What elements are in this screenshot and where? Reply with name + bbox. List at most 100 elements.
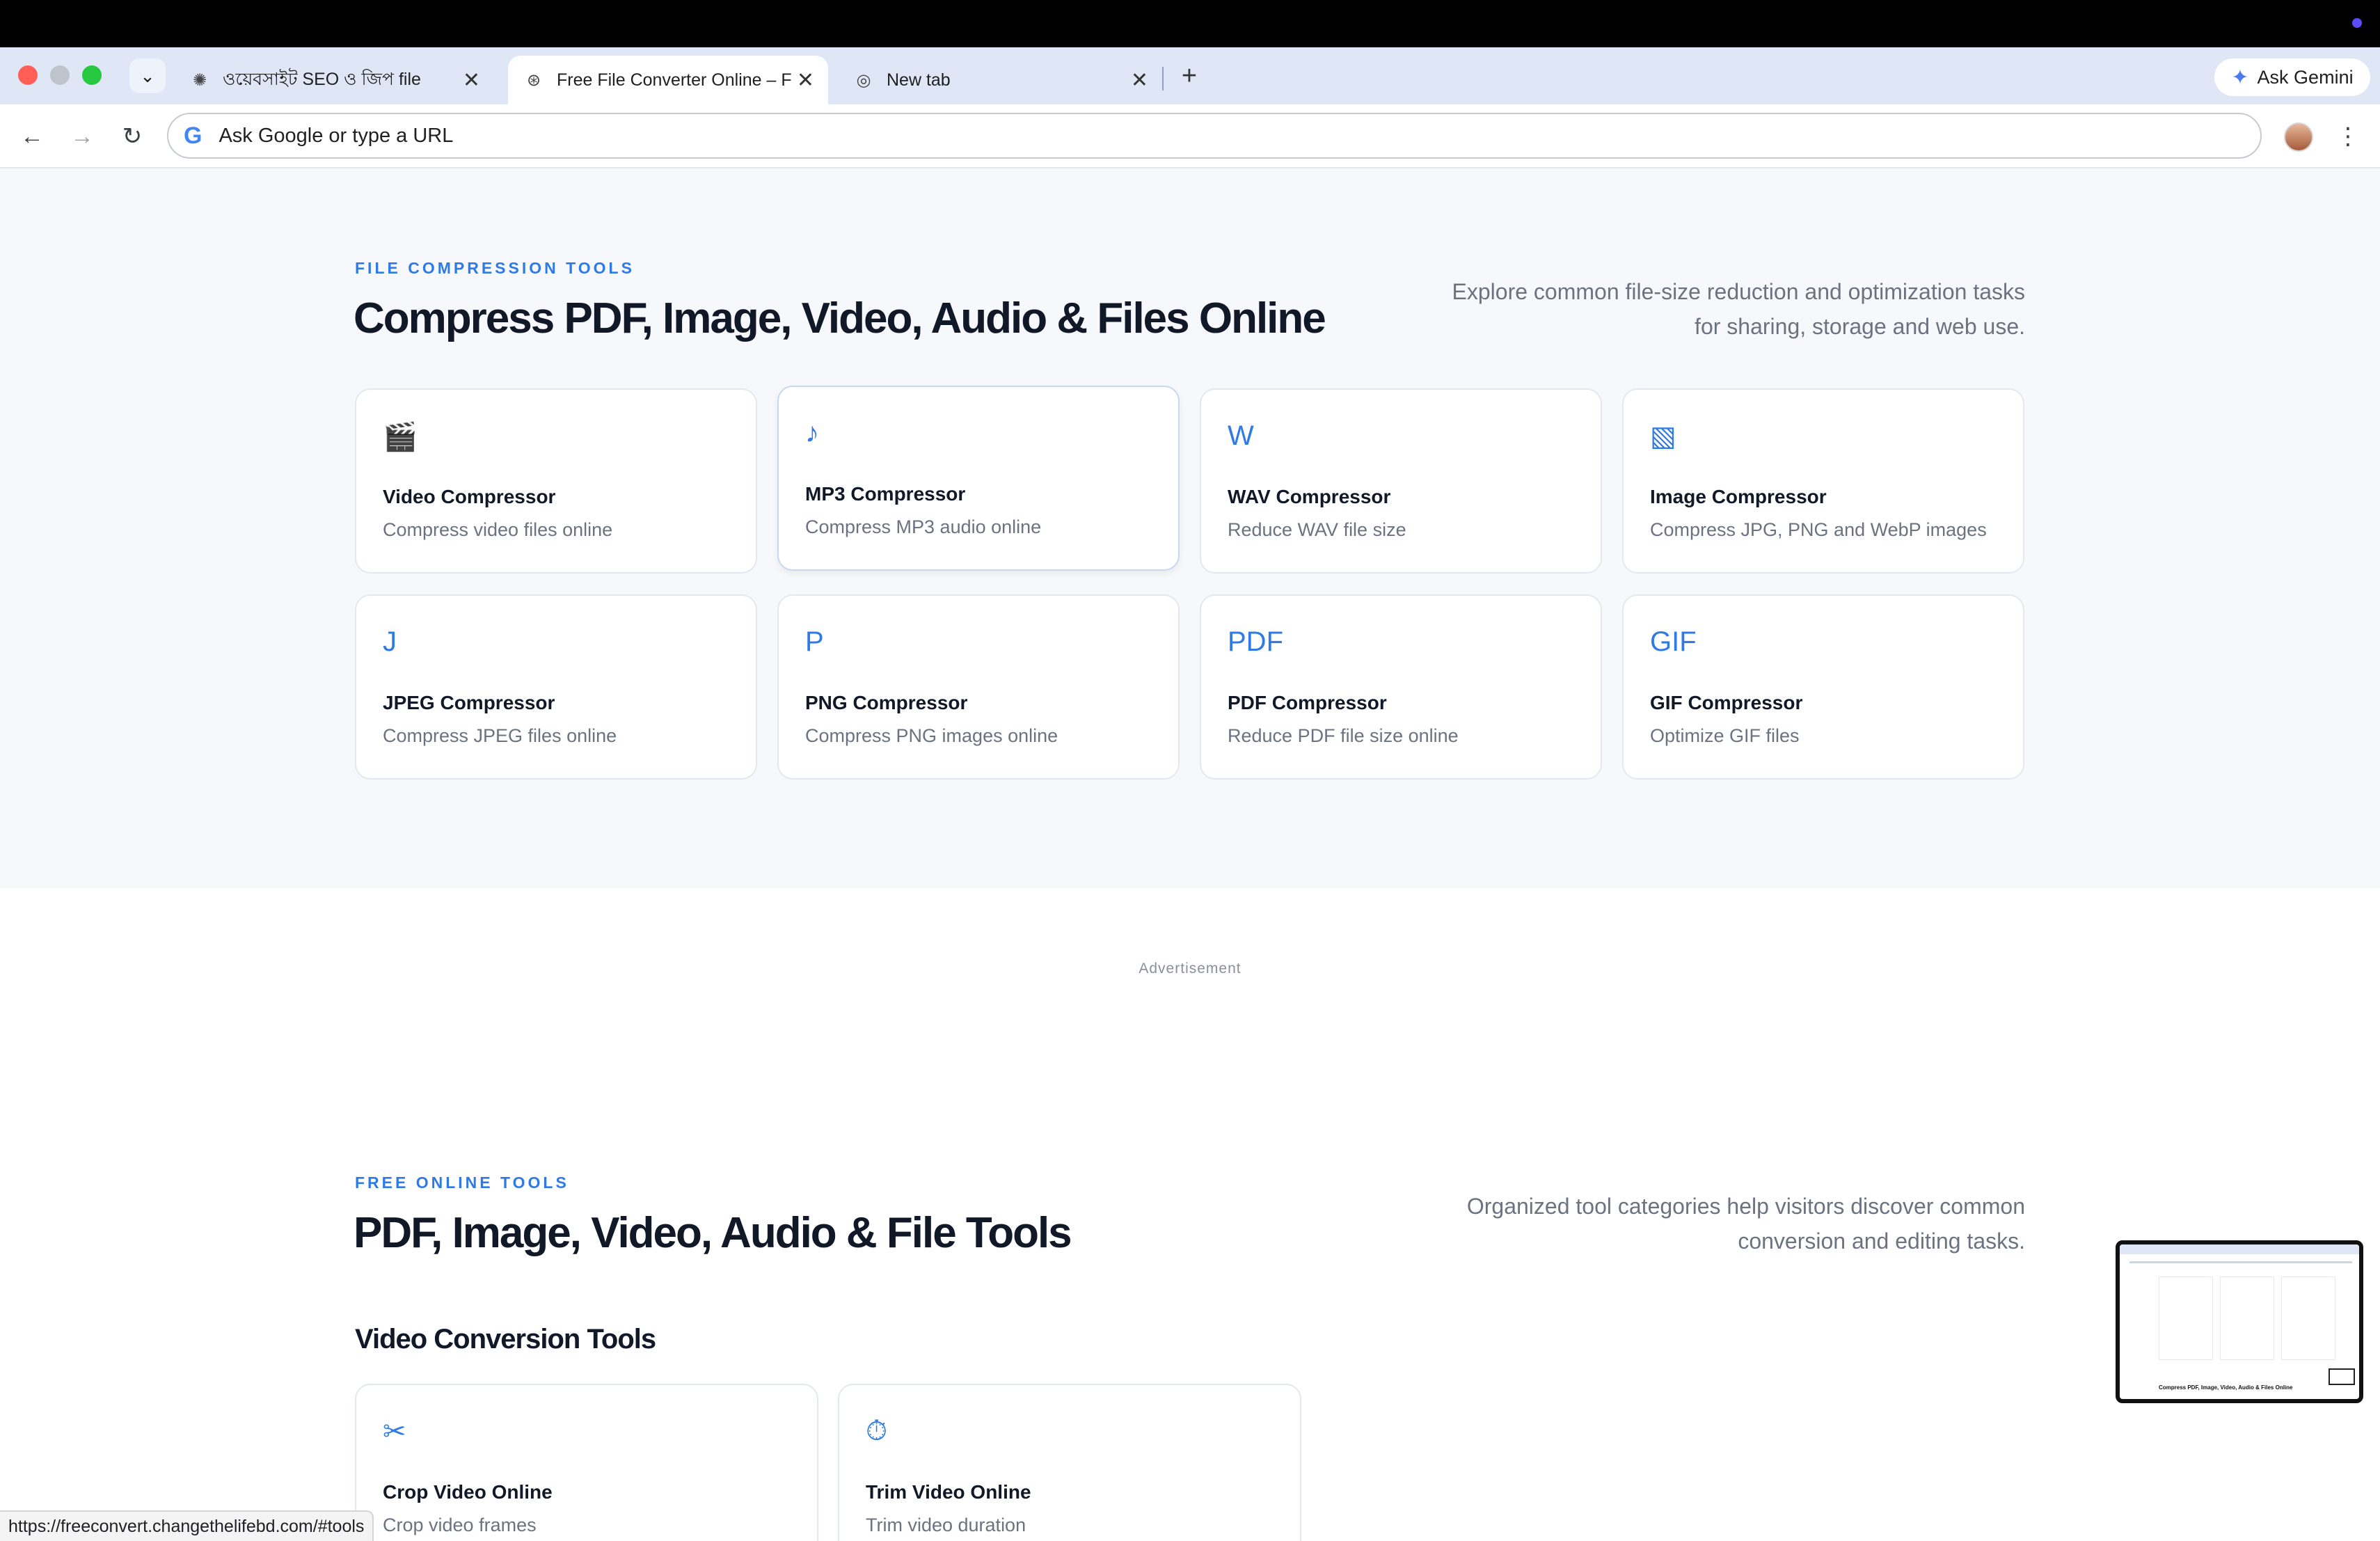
chrome-icon: ◎ (856, 70, 871, 90)
reload-button[interactable]: ↻ (116, 120, 149, 153)
tab-title: New tab (887, 70, 951, 90)
category-heading: Video Conversion Tools (355, 1324, 656, 1354)
tool-card-title: Video Compressor (383, 486, 556, 507)
compression-tools-section: FILE COMPRESSION TOOLS Compress PDF, Ima… (0, 170, 2380, 888)
menu-bar (0, 0, 2380, 47)
tab-title: Free File Converter Online – F (557, 70, 792, 90)
tool-card-png-compressor[interactable]: P PNG Compressor Compress PNG images onl… (777, 594, 1180, 780)
address-bar-placeholder: Ask Google or type a URL (219, 124, 454, 147)
advertisement-label: Advertisement (1139, 961, 1241, 977)
kebab-menu-icon: ⋮ (2336, 123, 2360, 150)
profile-avatar[interactable] (2284, 123, 2313, 152)
jpeg-letter-icon: J (383, 626, 397, 657)
plus-icon: + (1181, 61, 1198, 90)
description-line: Organized tool categories help visitors … (1466, 1194, 2025, 1219)
tool-card-subtitle: Compress MP3 audio online (805, 516, 1042, 537)
more-options-button[interactable]: ⋮ (2336, 120, 2360, 153)
tool-card-subtitle: Compress PNG images online (805, 725, 1058, 746)
tab-divider (1162, 67, 1164, 90)
close-window-button[interactable] (18, 65, 38, 85)
tool-card-subtitle: Crop video frames (383, 1515, 537, 1535)
description-line: conversion and editing tasks. (1738, 1228, 2025, 1254)
preview-column (2220, 1277, 2274, 1360)
tab-search-button[interactable]: ⌄ (129, 58, 166, 93)
tool-card-mp3-compressor[interactable]: ♪ MP3 Compressor Compress MP3 audio onli… (777, 386, 1180, 571)
new-tab-button[interactable]: + (1173, 58, 1205, 93)
tab-strip: ⌄ ✺ ওয়েবসাইট SEO ও জিপ file ✕ ⊛ Free Fi… (0, 47, 2380, 104)
tool-card-title: Crop Video Online (383, 1481, 553, 1503)
description-line: for sharing, storage and web use. (1695, 314, 2025, 339)
section-eyebrow: FILE COMPRESSION TOOLS (355, 259, 635, 277)
close-icon[interactable]: ✕ (797, 68, 814, 93)
minimize-window-button[interactable] (50, 65, 70, 85)
chatgpt-icon: ✺ (192, 70, 207, 90)
clapperboard-icon: 🎬 (383, 422, 418, 452)
ask-gemini-label: Ask Gemini (2257, 66, 2354, 88)
free-tools-section: Advertisement FREE ONLINE TOOLS PDF, Ima… (0, 888, 2380, 1541)
google-icon: G (184, 122, 203, 149)
tool-card-title: Trim Video Online (866, 1481, 1031, 1503)
tab-title: ওয়েবসাইট SEO ও জিপ file (223, 69, 421, 89)
tab-chatgpt[interactable]: ✺ ওয়েবসাইট SEO ও জিপ file ✕ (174, 56, 494, 104)
tool-card-trim-video[interactable]: ⏱ Trim Video Online Trim video duration (838, 1384, 1301, 1541)
tool-card-title: Image Compressor (1650, 486, 1827, 507)
browser-toolbar: ← → ↻ G Ask Google or type a URL ⋮ (0, 104, 2380, 168)
gif-letter-icon: GIF (1650, 626, 1697, 657)
arrow-right-icon: → (70, 123, 94, 150)
png-letter-icon: P (805, 626, 824, 657)
tab-free-file-converter[interactable]: ⊛ Free File Converter Online – F ✕ (508, 56, 828, 104)
status-bar-url: https://freeconvert.changethelifebd.com/… (0, 1510, 374, 1541)
reload-icon: ↻ (122, 123, 143, 150)
preview-tabbar (2120, 1244, 2359, 1254)
gemini-sparkle-icon: ✦ (2231, 65, 2249, 89)
maximize-window-button[interactable] (82, 65, 102, 85)
tool-card-subtitle: Compress video files online (383, 519, 613, 540)
arrow-left-icon: ← (20, 123, 44, 150)
tool-card-title: PDF Compressor (1228, 692, 1387, 713)
tool-card-image-compressor[interactable]: ▧ Image Compressor Compress JPG, PNG and… (1622, 388, 2024, 574)
music-note-icon: ♪ (805, 418, 819, 448)
tool-card-subtitle: Trim video duration (866, 1515, 1026, 1535)
tool-card-title: GIF Compressor (1650, 692, 1803, 713)
tool-card-title: MP3 Compressor (805, 483, 966, 505)
tool-card-crop-video[interactable]: ✂ Crop Video Online Crop video frames (355, 1384, 818, 1541)
preview-line (2129, 1261, 2352, 1263)
page-preview-thumbnail[interactable]: Compress PDF, Image, Video, Audio & File… (2116, 1240, 2363, 1403)
section-title: Compress PDF, Image, Video, Audio & File… (354, 294, 1326, 342)
tool-card-subtitle: Compress JPEG files online (383, 725, 617, 746)
tool-card-subtitle: Optimize GIF files (1650, 725, 1800, 746)
scissors-icon: ✂ (383, 1416, 406, 1447)
tool-card-subtitle: Reduce PDF file size online (1228, 725, 1459, 746)
chevron-down-icon: ⌄ (140, 65, 155, 86)
wav-letter-icon: W (1228, 420, 1254, 451)
tab-new-tab[interactable]: ◎ New tab ✕ (842, 56, 1162, 104)
image-pattern-icon: ▧ (1650, 421, 1676, 452)
site-icon: ⊛ (526, 70, 541, 90)
tool-card-subtitle: Compress JPG, PNG and WebP images (1650, 519, 1987, 540)
preview-viewport-box (2329, 1368, 2355, 1385)
status-dot-icon (2352, 18, 2362, 28)
section-description: Explore common file-size reduction and o… (1329, 274, 2025, 344)
tool-card-video-compressor[interactable]: 🎬 Video Compressor Compress video files … (355, 388, 757, 574)
ask-gemini-button[interactable]: ✦ Ask Gemini (2214, 58, 2370, 96)
address-bar[interactable]: G Ask Google or type a URL (167, 113, 2262, 159)
pdf-letter-icon: PDF (1228, 626, 1283, 657)
tool-card-title: PNG Compressor (805, 692, 968, 713)
description-line: Explore common file-size reduction and o… (1452, 279, 2025, 304)
tool-card-subtitle: Reduce WAV file size (1228, 519, 1406, 540)
tool-card-jpeg-compressor[interactable]: J JPEG Compressor Compress JPEG files on… (355, 594, 757, 780)
preview-column (2281, 1277, 2335, 1360)
tool-card-title: JPEG Compressor (383, 692, 555, 713)
preview-column (2159, 1277, 2213, 1360)
tool-card-pdf-compressor[interactable]: PDF PDF Compressor Reduce PDF file size … (1200, 594, 1602, 780)
forward-button[interactable]: → (65, 120, 99, 153)
tool-card-gif-compressor[interactable]: GIF GIF Compressor Optimize GIF files (1622, 594, 2024, 780)
section-eyebrow: FREE ONLINE TOOLS (355, 1173, 569, 1192)
tool-card-title: WAV Compressor (1228, 486, 1391, 507)
close-icon[interactable]: ✕ (1131, 68, 1148, 93)
back-button[interactable]: ← (15, 120, 49, 153)
stopwatch-icon: ⏱ (866, 1416, 888, 1446)
tool-card-wav-compressor[interactable]: W WAV Compressor Reduce WAV file size (1200, 388, 1602, 574)
close-icon[interactable]: ✕ (463, 68, 480, 93)
preview-caption: Compress PDF, Image, Video, Audio & File… (2159, 1384, 2293, 1391)
